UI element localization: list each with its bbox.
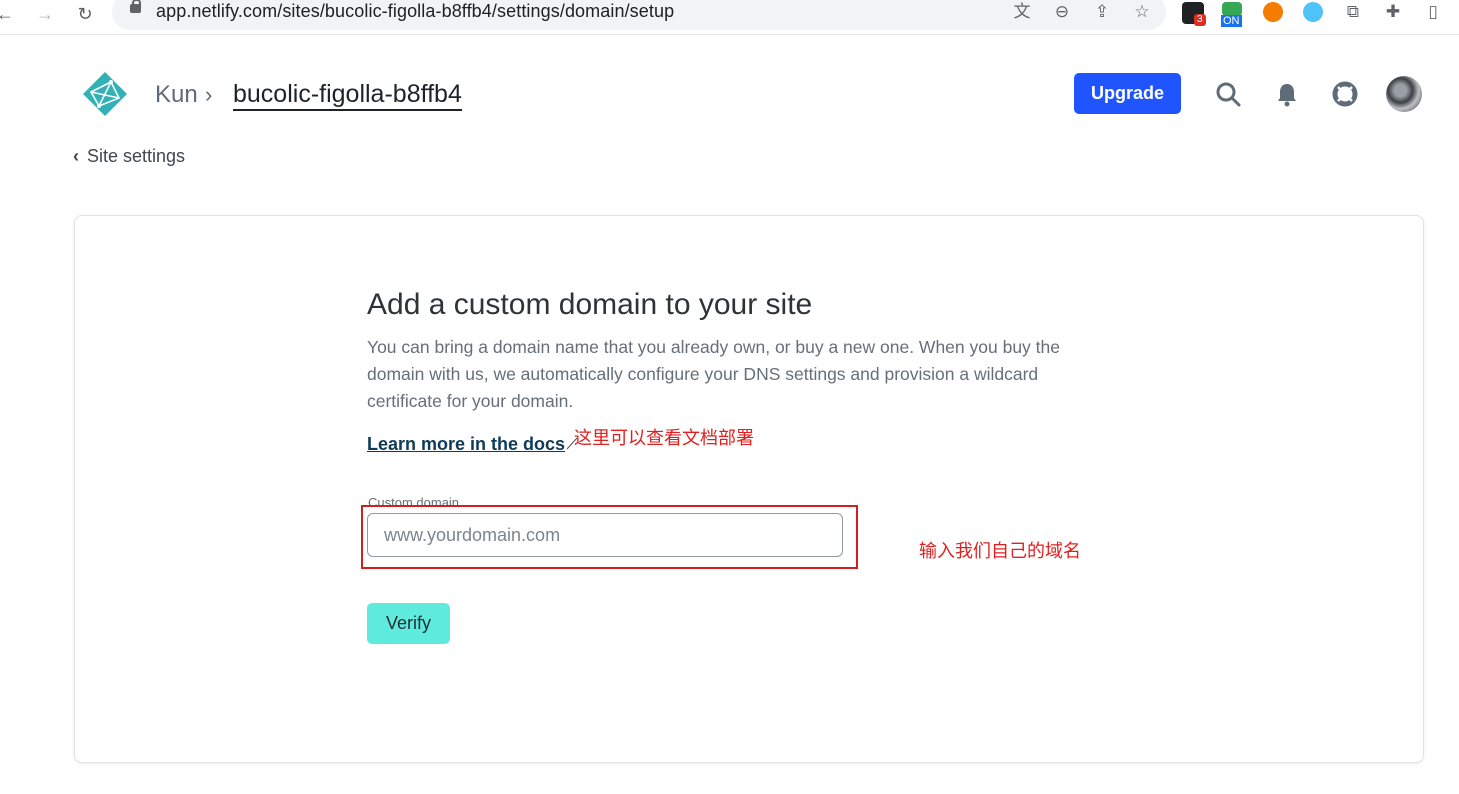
verify-button[interactable]: Verify bbox=[367, 603, 450, 644]
search-icon[interactable] bbox=[1212, 78, 1244, 110]
share-icon[interactable]: ⇪ bbox=[1092, 2, 1112, 22]
bookmark-star-icon[interactable]: ☆ bbox=[1132, 2, 1152, 22]
netlify-logo[interactable] bbox=[81, 70, 129, 118]
extension-toggle-icon[interactable] bbox=[1222, 2, 1242, 16]
reload-icon[interactable]: ↻ bbox=[74, 3, 96, 25]
lock-icon[interactable] bbox=[130, 0, 141, 13]
chevron-right-icon: › bbox=[205, 82, 213, 107]
browser-toolbar: ← → ↻ app.netlify.com/sites/bucolic-figo… bbox=[0, 0, 1459, 35]
help-lifebuoy-icon[interactable] bbox=[1329, 78, 1361, 110]
description: You can bring a domain name that you alr… bbox=[367, 337, 1060, 411]
url-text[interactable]: app.netlify.com/sites/bucolic-figolla-b8… bbox=[156, 1, 674, 22]
extension-badge: 3 bbox=[1194, 14, 1206, 26]
custom-domain-input[interactable] bbox=[367, 513, 843, 557]
sidebar-icon[interactable]: ▯ bbox=[1423, 2, 1443, 22]
lifebuoy-extension-icon[interactable] bbox=[1263, 2, 1283, 22]
breadcrumb-site[interactable]: bucolic-figolla-b8ffb4 bbox=[233, 80, 462, 111]
annotation-docs-note: 这里可以查看文档部署 bbox=[574, 428, 754, 448]
zoom-out-icon[interactable]: ⊖ bbox=[1052, 2, 1072, 22]
annotation-input-note: 输入我们自己的域名 bbox=[919, 541, 1081, 561]
back-label: Site settings bbox=[87, 146, 186, 166]
translate-icon[interactable]: 文 bbox=[1012, 2, 1032, 22]
docs-link[interactable]: Learn more in the docs bbox=[367, 434, 565, 455]
upgrade-button[interactable]: Upgrade bbox=[1074, 73, 1181, 114]
avatar[interactable] bbox=[1386, 76, 1422, 112]
forward-arrow-icon[interactable]: → bbox=[34, 3, 56, 25]
chevron-left-icon: ‹ bbox=[73, 146, 79, 166]
bell-icon[interactable] bbox=[1271, 78, 1303, 110]
back-to-site-settings[interactable]: ‹ Site settings bbox=[73, 146, 185, 167]
copy-extension-icon[interactable]: ⧉ bbox=[1343, 2, 1363, 22]
breadcrumb-team[interactable]: Kun bbox=[155, 81, 198, 109]
back-arrow-icon[interactable]: ← bbox=[0, 3, 16, 25]
globe-extension-icon[interactable] bbox=[1303, 2, 1323, 22]
extension-on-label: ON bbox=[1221, 15, 1242, 27]
puzzle-icon[interactable]: ✚ bbox=[1383, 2, 1403, 22]
page-title: Add a custom domain to your site bbox=[367, 288, 813, 321]
